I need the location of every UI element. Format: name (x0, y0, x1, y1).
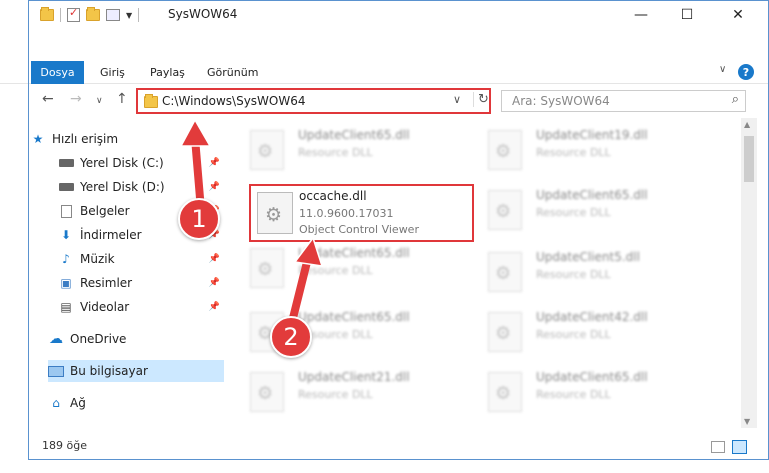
arrow-head-2 (293, 236, 324, 267)
step-1-badge: 1 (178, 198, 220, 240)
background-bottom (0, 460, 769, 473)
arrow-head-1 (179, 118, 212, 147)
step-2-badge: 2 (270, 316, 312, 358)
annotation-arrows (179, 118, 324, 331)
